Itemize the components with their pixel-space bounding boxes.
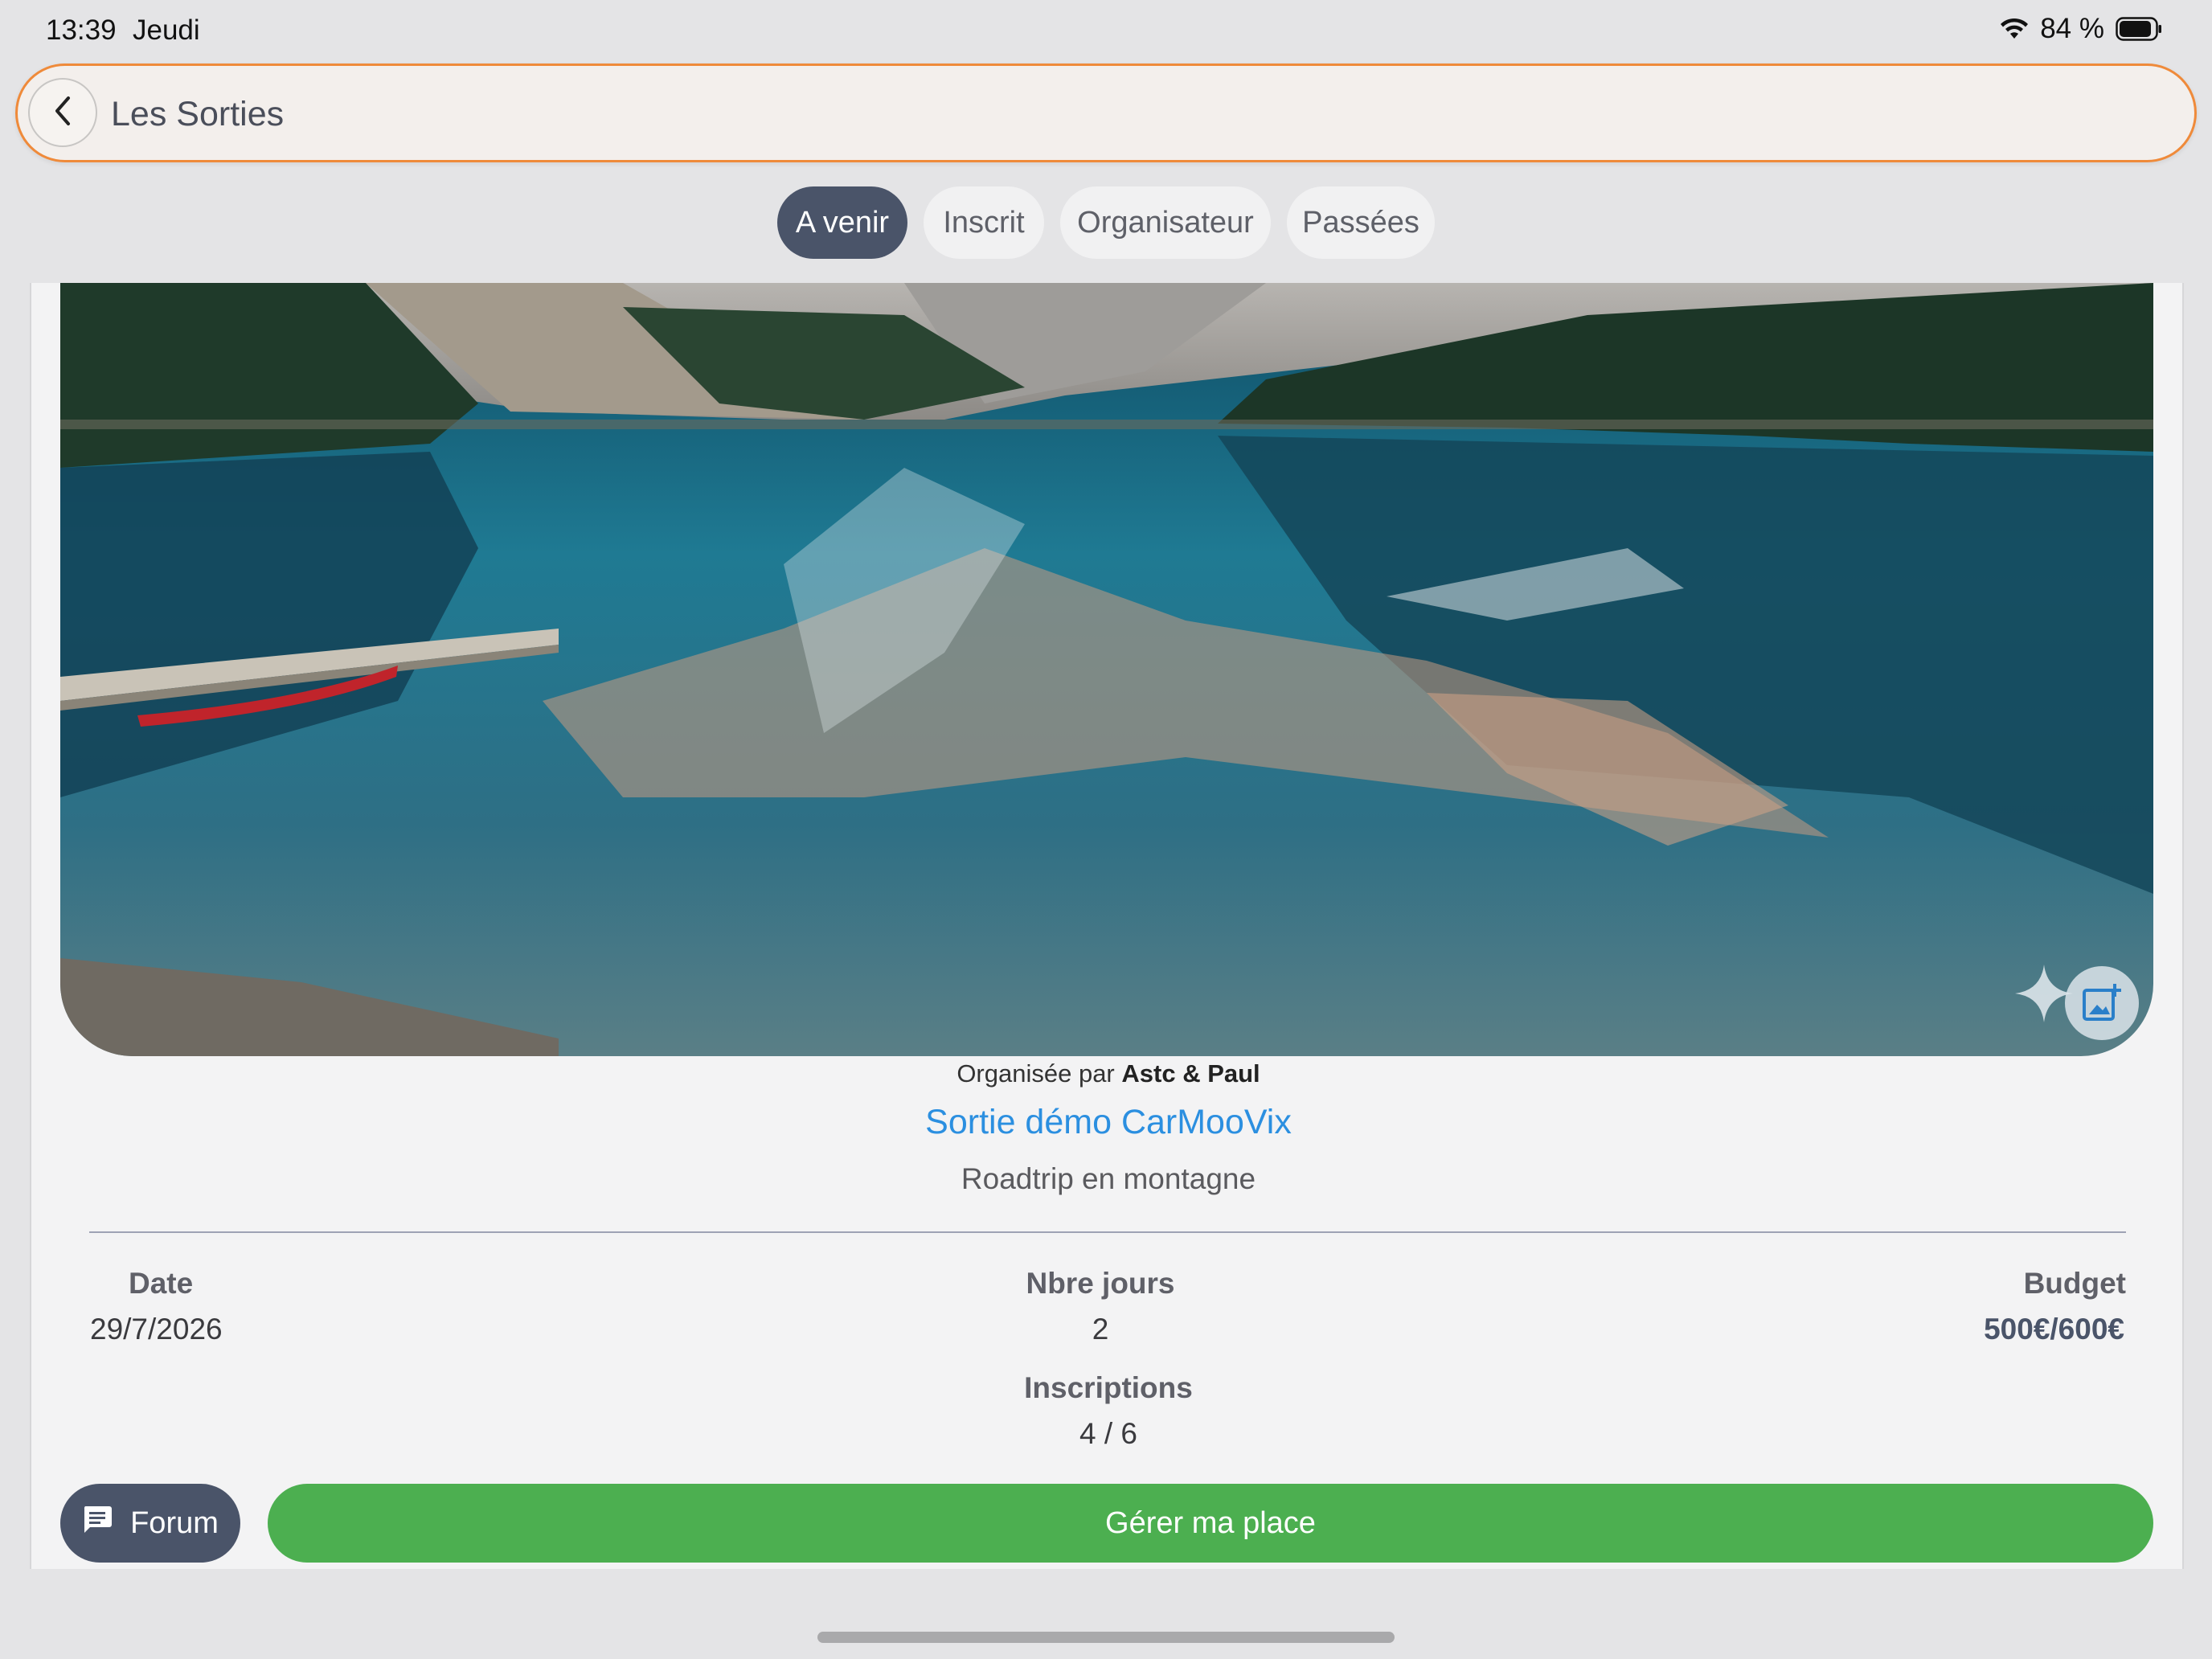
budget-label: Budget	[2023, 1267, 2126, 1300]
page-title: Les Sorties	[111, 95, 285, 133]
status-right: 84 %	[2000, 13, 2162, 45]
registrations-label: Inscriptions	[1024, 1371, 1193, 1404]
organizer-line: Organisée par Astc & Paul	[31, 1059, 2185, 1088]
tab-passees[interactable]: Passées	[1287, 186, 1435, 259]
add-photo-icon	[2081, 982, 2123, 1024]
sparkle-icon	[2015, 965, 2073, 1022]
budget-value: 500€/600€	[1984, 1313, 2124, 1346]
tab-bar: A venir Inscrit Organisateur Passées	[0, 186, 2212, 259]
app-bar: Les Sorties	[15, 63, 2197, 162]
status-time: 13:39	[46, 14, 117, 46]
event-card: Organisée par Astc & Paul Sortie démo Ca…	[30, 283, 2184, 1569]
status-day: Jeudi	[133, 14, 200, 46]
days-value-text: 2	[1092, 1313, 1109, 1346]
forum-label: Forum	[130, 1505, 219, 1540]
forum-button[interactable]: Forum	[60, 1484, 240, 1563]
wifi-icon	[2000, 18, 2029, 40]
manage-place-button[interactable]: Gérer ma place	[268, 1484, 2153, 1563]
days-label-text: Nbre jours	[1026, 1267, 1175, 1300]
days-value: 2	[31, 1313, 2185, 1346]
home-indicator[interactable]	[817, 1632, 1395, 1643]
chevron-left-icon	[51, 95, 75, 131]
battery-icon	[2116, 17, 2162, 41]
chat-icon	[82, 1504, 113, 1542]
add-photo-button[interactable]	[2065, 966, 2139, 1040]
days-label: Nbre jours	[31, 1267, 2185, 1301]
tab-a-venir[interactable]: A venir	[777, 186, 907, 259]
event-title[interactable]: Sortie démo CarMooVix	[31, 1103, 2185, 1142]
tab-inscrit[interactable]: Inscrit	[924, 186, 1044, 259]
organizer-prefix: Organisée par	[956, 1059, 1115, 1088]
event-cover-image	[60, 283, 2153, 1056]
organizer-name: Astc & Paul	[1121, 1059, 1260, 1088]
registrations-value: 4 / 6	[1079, 1417, 1137, 1450]
status-bar: 13:39 Jeudi 84 %	[0, 0, 2212, 63]
battery-percent: 84 %	[2040, 13, 2104, 44]
divider	[89, 1231, 2126, 1233]
event-subtitle: Roadtrip en montagne	[961, 1162, 1256, 1195]
back-button[interactable]	[28, 78, 97, 147]
tab-organisateur[interactable]: Organisateur	[1060, 186, 1271, 259]
